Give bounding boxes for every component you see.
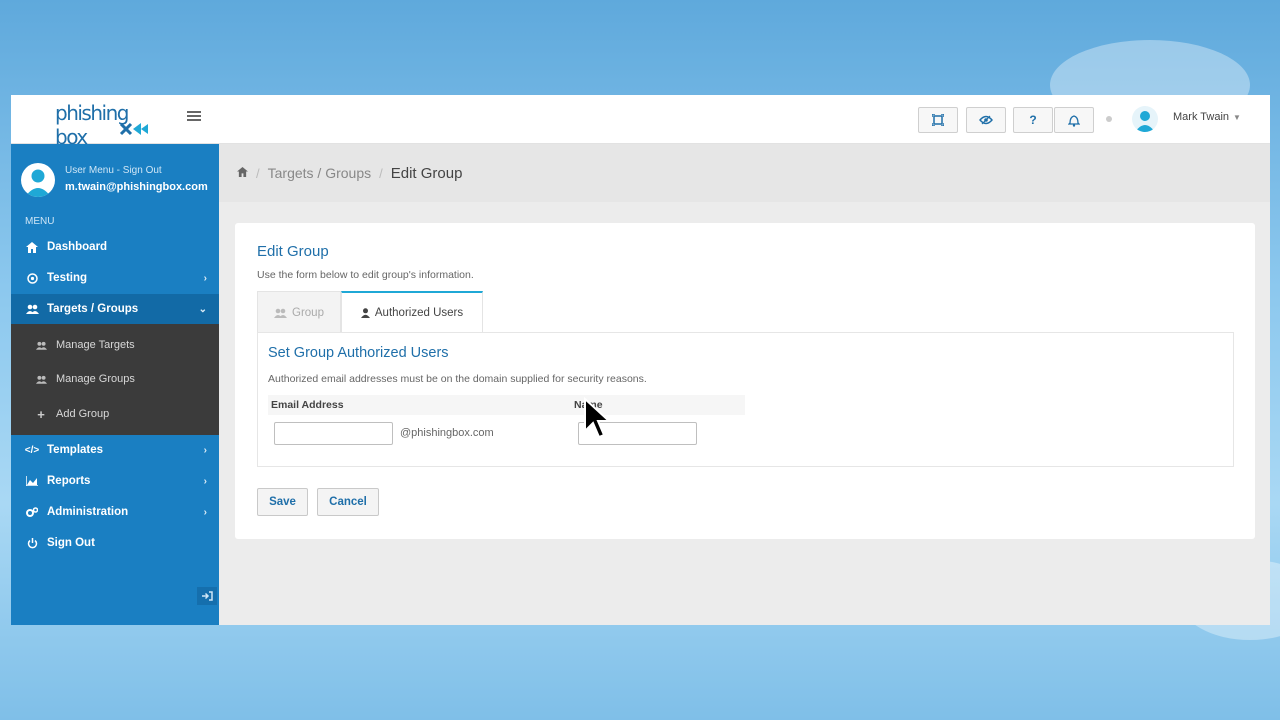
column-header-email: Email Address bbox=[271, 399, 344, 411]
mouse-cursor-icon bbox=[584, 397, 612, 439]
sign-in-icon bbox=[201, 591, 213, 601]
user-icon bbox=[25, 169, 51, 197]
breadcrumb-current: Edit Group bbox=[390, 164, 463, 182]
sidebar-item-label: Targets / Groups bbox=[47, 303, 139, 315]
table-header: Email Address Name bbox=[268, 395, 745, 415]
users-icon bbox=[35, 341, 47, 350]
fullscreen-icon bbox=[932, 114, 944, 126]
sidebar-item-dashboard[interactable]: Dashboard bbox=[11, 232, 219, 262]
tab-authorized-users[interactable]: Authorized Users bbox=[341, 291, 483, 333]
app-window: phishing box ? Mark Twain ▼ User Menu - … bbox=[11, 95, 1270, 625]
sidebar-user-email: m.twain@phishingbox.com bbox=[65, 181, 208, 193]
cogs-icon bbox=[25, 506, 39, 518]
breadcrumb: / Targets / Groups / Edit Group bbox=[219, 144, 1270, 202]
code-icon: </> bbox=[24, 444, 40, 456]
bell-icon bbox=[1068, 114, 1080, 127]
collapse-sidebar-button[interactable] bbox=[197, 587, 217, 605]
email-input[interactable] bbox=[274, 422, 393, 445]
sidebar-item-label: Administration bbox=[47, 506, 129, 518]
tab-label: Group bbox=[292, 306, 324, 319]
sidebar-item-label: Dashboard bbox=[47, 241, 108, 253]
submenu-item-label: Add Group bbox=[56, 408, 110, 420]
breadcrumb-separator: / bbox=[379, 165, 383, 181]
targets-groups-submenu: Manage Targets Manage Groups + Add Group bbox=[11, 324, 219, 435]
submenu-item-manage-groups[interactable]: Manage Groups bbox=[11, 364, 219, 394]
cancel-button[interactable]: Cancel bbox=[317, 488, 379, 516]
sidebar-item-reports[interactable]: Reports › bbox=[11, 466, 219, 496]
visibility-button[interactable] bbox=[966, 107, 1006, 133]
save-button[interactable]: Save bbox=[257, 488, 308, 516]
home-icon bbox=[25, 241, 39, 253]
sidebar: User Menu - Sign Out m.twain@phishingbox… bbox=[11, 144, 219, 625]
caret-down-icon: ▼ bbox=[1233, 113, 1241, 122]
submenu-item-label: Manage Groups bbox=[56, 373, 135, 385]
menu-label: MENU bbox=[25, 216, 55, 227]
sidebar-item-administration[interactable]: Administration › bbox=[11, 497, 219, 527]
chart-icon bbox=[25, 476, 39, 486]
chevron-down-icon: ⌄ bbox=[198, 303, 207, 315]
help-button[interactable]: ? bbox=[1013, 107, 1053, 133]
user-icon bbox=[1135, 111, 1155, 132]
chevron-right-icon: › bbox=[203, 475, 207, 487]
submenu-item-manage-targets[interactable]: Manage Targets bbox=[11, 330, 219, 360]
page-subtitle: Use the form below to edit group's infor… bbox=[257, 269, 474, 281]
section-subtitle: Authorized email addresses must be on th… bbox=[268, 373, 647, 385]
sidebar-item-label: Templates bbox=[47, 444, 104, 456]
tab-group[interactable]: Group bbox=[257, 291, 341, 333]
chevron-right-icon: › bbox=[203, 444, 207, 456]
sidebar-avatar bbox=[21, 163, 55, 197]
user-name: Mark Twain bbox=[1173, 111, 1230, 123]
eye-icon bbox=[979, 115, 993, 125]
sidebar-item-targets-groups[interactable]: Targets / Groups ⌄ bbox=[11, 294, 219, 324]
sidebar-item-testing[interactable]: Testing › bbox=[11, 263, 219, 293]
breadcrumb-targets-groups[interactable]: Targets / Groups bbox=[268, 165, 372, 181]
chevron-right-icon: › bbox=[203, 506, 207, 518]
power-icon bbox=[25, 537, 39, 549]
user-menu-dropdown[interactable]: Mark Twain ▼ bbox=[1173, 111, 1241, 123]
top-bar: phishing box ? Mark Twain ▼ bbox=[11, 95, 1270, 149]
target-icon bbox=[25, 272, 39, 284]
users-icon bbox=[274, 308, 288, 318]
user-icon bbox=[360, 307, 370, 318]
status-dot bbox=[1106, 116, 1112, 122]
section-title: Set Group Authorized Users bbox=[268, 345, 449, 361]
menu-toggle-icon[interactable] bbox=[187, 111, 201, 123]
users-icon bbox=[35, 375, 47, 384]
sidebar-item-sign-out[interactable]: Sign Out bbox=[11, 528, 219, 558]
plus-icon: + bbox=[37, 406, 45, 422]
user-menu-sign-out-link[interactable]: User Menu - Sign Out bbox=[65, 165, 162, 176]
home-icon[interactable] bbox=[237, 164, 248, 182]
page-title: Edit Group bbox=[257, 243, 329, 260]
question-icon: ? bbox=[1029, 113, 1037, 127]
email-domain-suffix: @phishingbox.com bbox=[400, 427, 494, 439]
edit-group-panel: Edit Group Use the form below to edit gr… bbox=[235, 223, 1255, 539]
fish-logo-icon bbox=[119, 122, 148, 136]
submenu-item-label: Manage Targets bbox=[56, 339, 135, 351]
fullscreen-button[interactable] bbox=[918, 107, 958, 133]
sidebar-item-templates[interactable]: </> Templates › bbox=[11, 435, 219, 465]
chevron-right-icon: › bbox=[203, 272, 207, 284]
sidebar-item-label: Testing bbox=[47, 272, 88, 284]
breadcrumb-separator: / bbox=[256, 165, 260, 181]
authorized-users-tab-content: Set Group Authorized Users Authorized em… bbox=[257, 332, 1234, 467]
users-icon bbox=[25, 304, 39, 314]
user-avatar[interactable] bbox=[1132, 106, 1158, 132]
submenu-item-add-group[interactable]: + Add Group bbox=[11, 399, 219, 429]
notifications-button[interactable] bbox=[1054, 107, 1094, 133]
sidebar-item-label: Sign Out bbox=[47, 537, 95, 549]
tab-label: Authorized Users bbox=[374, 306, 464, 319]
sidebar-item-label: Reports bbox=[47, 475, 91, 487]
logo[interactable]: phishing box bbox=[55, 99, 155, 149]
